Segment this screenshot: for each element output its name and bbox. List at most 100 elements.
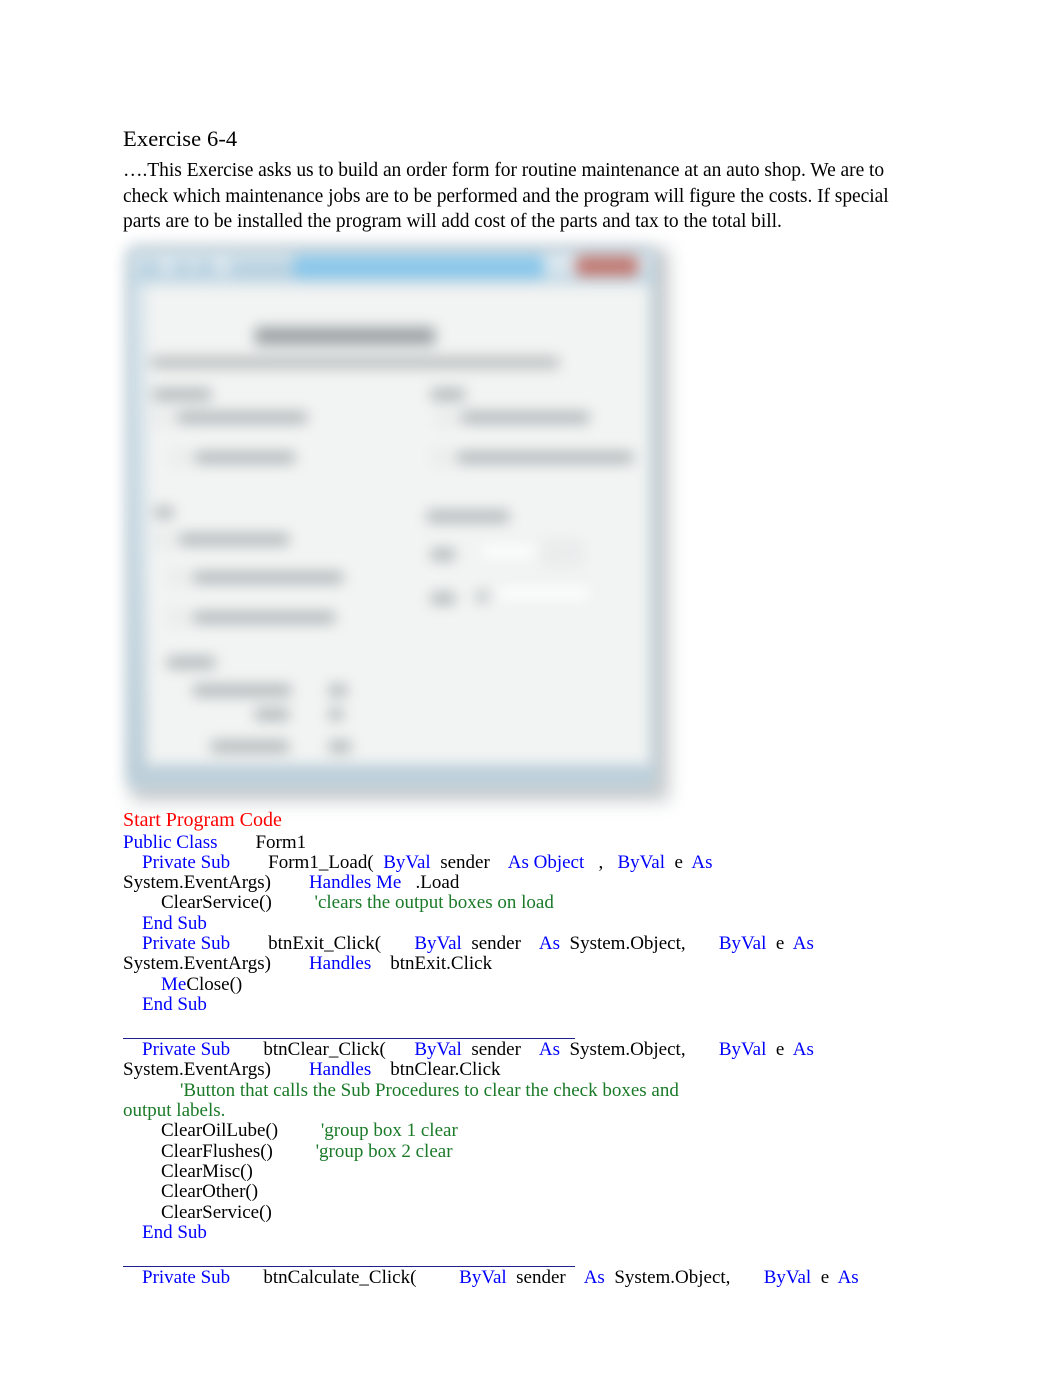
code-keyword: Private Sub	[142, 851, 231, 873]
code-text: ClearService()	[123, 1201, 272, 1223]
code-text: e	[766, 1039, 793, 1061]
totals-row-label-2	[255, 708, 289, 720]
code-keyword: ByVal	[414, 1039, 462, 1061]
field-label-2	[431, 592, 455, 604]
code-line: Private Sub btnCalculate_Click( ByVal se…	[123, 1267, 929, 1289]
code-keyword: As	[792, 932, 814, 954]
code-keyword: As	[792, 1039, 814, 1061]
checkbox-label-7	[193, 611, 335, 623]
code-comment: 'group box 2 clear	[315, 1140, 453, 1162]
group-label-2	[431, 388, 465, 400]
code-keyword: End Sub	[142, 912, 207, 934]
parts-button[interactable]	[545, 540, 581, 565]
code-text: ClearFlushes()	[123, 1140, 316, 1162]
checkbox-6[interactable]	[171, 570, 184, 584]
code-keyword: As	[837, 1267, 859, 1289]
checkbox-label-4	[457, 451, 633, 463]
document-content: Exercise 6-4 ….This Exercise asks us to …	[123, 124, 929, 1288]
code-line: System.EventArgs) Handles btnExit.Click	[123, 954, 929, 974]
checkbox-1[interactable]	[155, 410, 168, 424]
code-text: ClearOther()	[123, 1181, 259, 1203]
code-keyword: Private Sub	[142, 932, 231, 954]
code-keyword: ByVal	[763, 1267, 812, 1289]
code-line: output labels.	[123, 1100, 929, 1122]
group-label-3	[155, 506, 173, 518]
code-text: sender	[461, 932, 539, 954]
checkbox-label-1	[177, 411, 307, 423]
code-comment: output labels.	[123, 1100, 226, 1122]
checkbox-label-3	[461, 411, 589, 423]
code-line: Public Class Form1	[123, 831, 929, 853]
code-line: Private Sub btnClear_Click( ByVal sender…	[123, 1040, 929, 1060]
program-code-listing: Public Class Form1 Private Sub Form1_Loa…	[123, 831, 929, 1289]
code-text: btnExit.Click	[371, 953, 493, 975]
checkbox-4[interactable]	[435, 450, 448, 464]
titlebar-highlight	[294, 255, 544, 278]
parts-name-input[interactable]	[477, 542, 539, 560]
code-text: System.EventArgs)	[123, 953, 309, 975]
totals-row-value-1	[329, 684, 347, 696]
checkbox-2[interactable]	[173, 450, 186, 464]
code-text: .Load	[401, 872, 460, 894]
code-text: sender	[506, 1267, 584, 1289]
checkbox-label-6	[193, 571, 343, 583]
checkbox-5[interactable]	[157, 532, 170, 546]
toolbar-chip-3	[230, 259, 300, 276]
totals-row-label-1	[193, 684, 291, 696]
code-line: 'Button that calls the Sub Procedures to…	[123, 1079, 929, 1101]
close-icon[interactable]	[576, 255, 638, 276]
code-text: Close()	[186, 973, 243, 995]
code-line: ClearOilLube() 'group box 1 clear	[123, 1121, 929, 1141]
code-keyword: As	[538, 1039, 560, 1061]
code-line: ClearFlushes() 'group box 2 clear	[123, 1140, 929, 1162]
parts-cost-input[interactable]	[495, 584, 593, 602]
checkbox-3[interactable]	[439, 410, 452, 424]
form-surface	[146, 283, 650, 780]
code-comment: 'Button that calls the Sub Procedures to…	[180, 1079, 679, 1101]
code-text: ,	[584, 851, 618, 873]
document-page: Exercise 6-4 ….This Exercise asks us to …	[0, 0, 1062, 1377]
code-keyword: End Sub	[142, 993, 207, 1015]
group-label-4	[427, 510, 509, 522]
code-line: Private Sub Form1_Load( ByVal sender As …	[123, 851, 929, 873]
code-line: ClearService() 'clears the output boxes …	[123, 893, 929, 913]
code-keyword: Handles	[308, 1059, 372, 1081]
code-text: btnExit_Click(	[230, 932, 415, 954]
code-text: System.EventArgs)	[123, 872, 309, 894]
currency-symbol	[477, 590, 487, 602]
code-text: e	[811, 1267, 838, 1289]
window-titlebar	[134, 253, 648, 284]
code-keyword: Me	[161, 973, 187, 995]
code-text: e	[766, 932, 793, 954]
checkbox-7[interactable]	[171, 610, 184, 624]
code-keyword: As	[691, 851, 713, 873]
code-text: System.Object,	[559, 1039, 719, 1061]
code-keyword: ByVal	[383, 851, 431, 873]
code-keyword: End Sub	[142, 1221, 207, 1243]
code-section-heading: Start Program Code	[123, 808, 282, 831]
field-label-1	[431, 548, 455, 560]
intro-paragraph: ….This Exercise asks us to build an orde…	[123, 160, 889, 232]
code-line: System.EventArgs) Handles Me .Load	[123, 872, 929, 894]
screenshot-blur-layer	[123, 241, 668, 803]
totals-row-label-3	[211, 740, 289, 752]
code-keyword: As	[538, 932, 560, 954]
totals-row-value-3	[329, 740, 351, 752]
code-line: End Sub	[123, 912, 929, 934]
code-keyword: Public Class	[123, 831, 218, 853]
code-text: System.EventArgs)	[123, 1059, 309, 1081]
code-text: Form1	[217, 831, 307, 853]
form-heading	[255, 326, 435, 345]
embedded-screenshot	[123, 241, 669, 803]
code-text: Form1_Load(	[230, 851, 384, 873]
code-keyword: Private Sub	[142, 1267, 231, 1289]
code-text: System.Object,	[604, 1267, 764, 1289]
